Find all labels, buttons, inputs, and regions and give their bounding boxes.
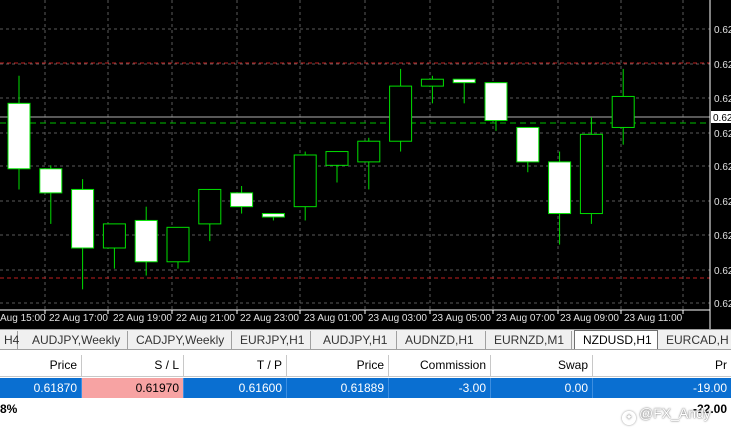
price-axis-label: 0.62 bbox=[714, 299, 731, 310]
tab-audnzd-h1[interactable]: AUDNZD,H1 bbox=[401, 331, 486, 349]
candle-body bbox=[484, 82, 508, 122]
col-header-price[interactable]: Price bbox=[0, 355, 82, 376]
price-axis-label: 0.62 bbox=[714, 25, 731, 36]
time-axis-label: 23 Aug 11:00 bbox=[624, 313, 683, 324]
candle-body bbox=[166, 226, 190, 263]
time-axis-label: 22 Aug 17:00 bbox=[49, 313, 108, 324]
tab-h4[interactable]: H4 bbox=[0, 331, 19, 349]
candle-body bbox=[357, 140, 381, 163]
price-axis-label: 0.62 bbox=[714, 266, 731, 277]
candle-body bbox=[420, 78, 444, 87]
tab-audjpy-weekly[interactable]: AUDJPY,Weekly bbox=[28, 331, 128, 349]
candle-body bbox=[325, 151, 349, 166]
candle-body bbox=[71, 188, 95, 249]
margin-level: 8% bbox=[0, 402, 18, 416]
time-axis-label: 23 Aug 01:00 bbox=[304, 313, 363, 324]
order-stop-loss[interactable]: 0.61970 bbox=[82, 378, 184, 398]
order-row[interactable]: 0.61870 0.61970 0.61600 0.61889 -3.00 0.… bbox=[0, 378, 731, 398]
price-axis-label: 0.62 bbox=[714, 197, 731, 208]
price-axis-label: 0.62 bbox=[714, 94, 731, 105]
time-axis-label: 23 Aug 03:00 bbox=[368, 313, 427, 324]
watermark-text: @FX_Andy bbox=[639, 405, 711, 421]
orders-panel: Price S / L T / P Price Commission Swap … bbox=[0, 351, 731, 448]
order-open-price: 0.61870 bbox=[0, 378, 82, 398]
order-profit: -19.00 bbox=[692, 381, 727, 395]
candle-body bbox=[7, 102, 31, 170]
tab-cadjpy-weekly[interactable]: CADJPY,Weekly bbox=[132, 331, 232, 349]
time-axis-label: 23 Aug 07:00 bbox=[496, 313, 555, 324]
price-axis-label: 0.62 bbox=[714, 231, 731, 242]
col-header-profit[interactable]: Pr bbox=[593, 355, 731, 376]
candle-body bbox=[293, 154, 317, 208]
watermark: ✦ @FX_Andy bbox=[622, 405, 711, 425]
candle-body bbox=[611, 95, 635, 128]
candle-body bbox=[389, 85, 413, 142]
chart-tabs-bar: H4 AUDJPY,Weekly CADJPY,Weekly EURJPY,H1… bbox=[0, 329, 731, 350]
candle-body bbox=[548, 161, 572, 215]
candle-body bbox=[39, 168, 63, 194]
watermark-logo-icon: ✦ bbox=[622, 411, 636, 425]
time-axis-label: 23 Aug 09:00 bbox=[560, 313, 619, 324]
candle-body bbox=[198, 188, 222, 225]
tab-audjpy-h1[interactable]: AUDJPY,H1 bbox=[319, 331, 397, 349]
col-header-current-price[interactable]: Price bbox=[287, 355, 389, 376]
order-commission: -3.00 bbox=[389, 378, 491, 398]
time-axis-label: 22 Aug 23:00 bbox=[240, 313, 299, 324]
order-swap: 0.00 bbox=[491, 378, 593, 398]
tab-eurjpy-h1[interactable]: EURJPY,H1 bbox=[236, 331, 311, 349]
orders-header-row: Price S / L T / P Price Commission Swap … bbox=[0, 355, 731, 377]
order-current-price: 0.61889 bbox=[287, 378, 389, 398]
candle-body bbox=[516, 126, 540, 163]
candle-body bbox=[102, 223, 126, 249]
price-axis-label: 0.62 bbox=[714, 60, 731, 71]
candle-body bbox=[579, 133, 603, 215]
candle-body bbox=[230, 192, 254, 208]
time-axis-label: 22 Aug 21:00 bbox=[176, 313, 235, 324]
candlestick-chart-svg[interactable]: 0.62 0.62 0.62 0.62 0.62 0.62 0.62 0.62 0.62 0.62… bbox=[0, 0, 731, 329]
price-axis-label: 0.62 bbox=[714, 129, 731, 140]
time-axis-label: Aug 15:00 bbox=[0, 313, 46, 324]
col-header-sl[interactable]: S / L bbox=[82, 355, 184, 376]
candle-body bbox=[452, 78, 476, 84]
price-chart[interactable]: 0.62 0.62 0.62 0.62 0.62 0.62 0.62 0.62 0.62 0.62… bbox=[0, 0, 731, 329]
candle-body bbox=[261, 213, 285, 218]
order-take-profit[interactable]: 0.61600 bbox=[184, 378, 287, 398]
col-header-commission[interactable]: Commission bbox=[389, 355, 491, 376]
col-header-tp[interactable]: T / P bbox=[184, 355, 287, 376]
tab-nzdusd-h1[interactable]: NZDUSD,H1 bbox=[574, 330, 658, 349]
price-axis-label: 0.62 bbox=[714, 162, 731, 173]
time-axis-label: 23 Aug 05:00 bbox=[432, 313, 491, 324]
tab-eurnzd-m1[interactable]: EURNZD,M1 bbox=[490, 331, 572, 349]
time-axis-label: 22 Aug 19:00 bbox=[113, 313, 172, 324]
tab-eurcad-h[interactable]: EURCAD,H bbox=[662, 331, 731, 349]
current-price-tag: 0.62 bbox=[713, 113, 731, 124]
col-header-swap[interactable]: Swap bbox=[491, 355, 593, 376]
candle-body bbox=[134, 219, 158, 263]
